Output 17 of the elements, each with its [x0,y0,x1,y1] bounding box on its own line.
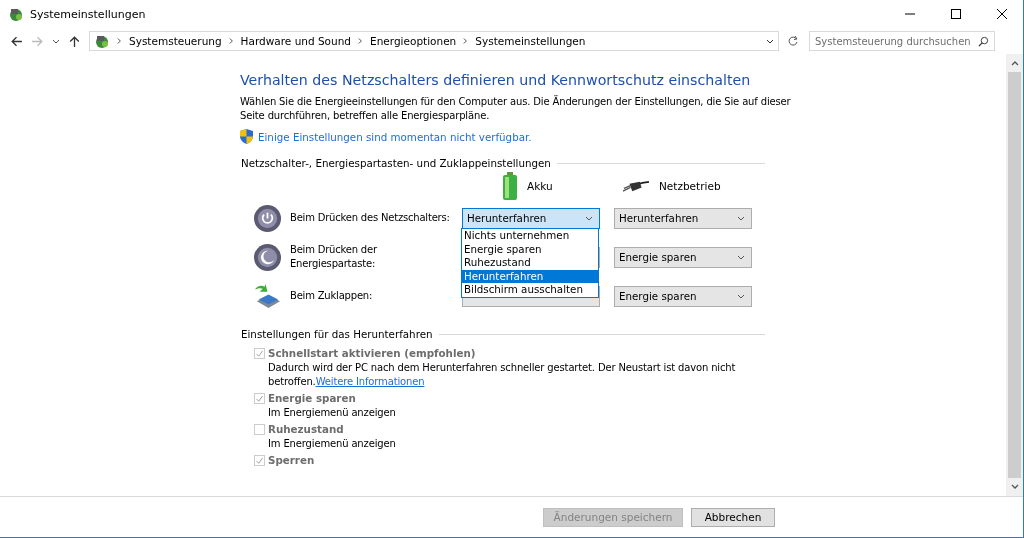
checkbox-label: Sperren [268,454,315,466]
option-description: Dadurch wird der PC nach dem Herunterfahren schneller gestartet. Der Neustart ist davon nicht betroffen.Weitere Informationen [268,361,737,389]
setting-label: Beim Zuklappen: [290,289,374,303]
setting-label: Beim Drücken der Energiespartaste: [290,243,378,271]
section-title: Netzschalter-, Energiespartasten- und Zuklappeinstellungen [241,157,551,169]
page-heading: Verhalten des Netzschalters definieren und Kennwortschutz einschalten [240,72,752,88]
checkbox-label: Schnellstart aktivieren (empfohlen) [268,347,476,359]
option-description: Im Energiemenü anzeigen [268,437,397,451]
description-text: Wählen Sie die Energieeinstellungen für den Computer aus. Die Änderungen der Einstellungen, die Sie auf dieser Seite durchführen, betreffen alle Energiesparpläne. [240,95,792,123]
checkbox-label: Ruhezustand [268,423,344,435]
option-description: Im Energiemenü anzeigen [268,406,397,420]
column-header: Netzbetrieb [659,180,721,192]
section-title: Einstellungen für das Herunterfahren [241,328,433,340]
window-title: Systemeinstellungen [30,7,146,21]
column-header: Akku [527,180,553,192]
checkbox-label: Energie sparen [268,392,356,404]
setting-label: Beim Drücken des Netzschalters: [290,211,451,225]
